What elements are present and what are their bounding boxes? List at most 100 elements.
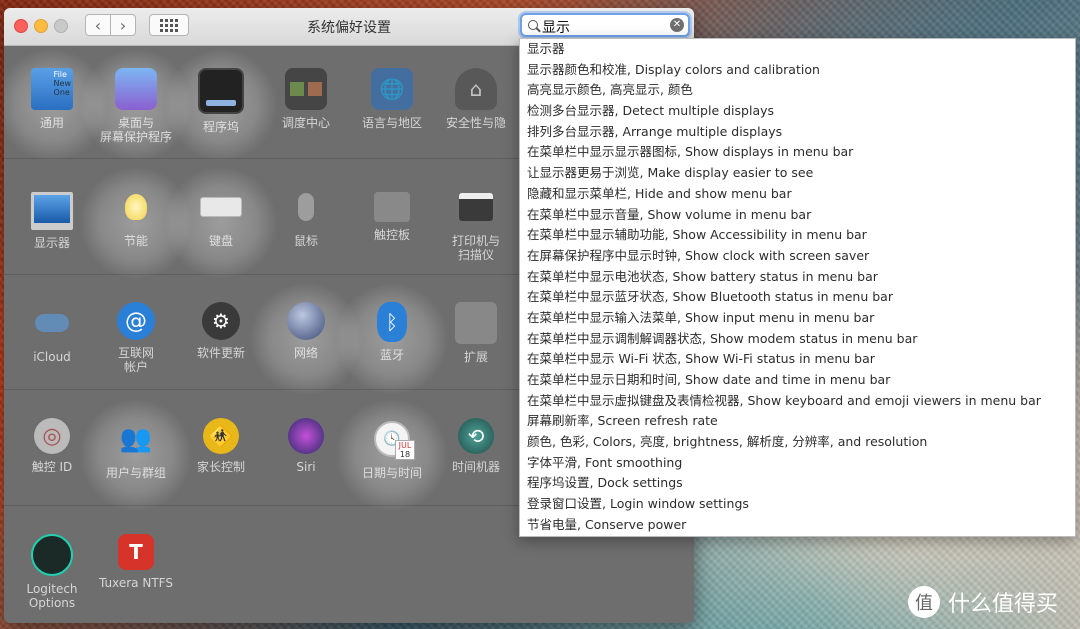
search-result-item[interactable]: 检测多台显示器, Detect multiple displays — [520, 101, 1075, 122]
display-icon — [31, 192, 73, 230]
network-globe-icon — [287, 302, 325, 340]
forward-button[interactable]: › — [110, 14, 136, 36]
search-result-item[interactable]: 颜色, 色彩, Colors, 亮度, brightness, 解析度, 分辨率… — [520, 432, 1075, 453]
globe-flag-icon: 🌐 — [371, 68, 413, 110]
pref-tuxera-ntfs[interactable]: T Tuxera NTFS — [91, 534, 181, 590]
search-result-item[interactable]: 显示器颜色和校准, Display colors and calibration — [520, 60, 1075, 81]
clear-icon[interactable]: ✕ — [670, 18, 684, 32]
pref-label: 触控板 — [373, 228, 410, 242]
search-result-item[interactable]: 在菜单栏中显示输入法菜单, Show input menu in menu ba… — [520, 308, 1075, 329]
pref-label: 键盘 — [208, 234, 233, 248]
logitech-icon — [31, 534, 73, 576]
mission-control-icon — [285, 68, 327, 110]
pref-parental-controls[interactable]: 🚸 家长控制 — [176, 418, 266, 474]
window-title: 系统偏好设置 — [307, 20, 391, 36]
time-machine-icon: ⟲ — [458, 418, 494, 454]
search-result-item[interactable]: 在菜单栏中显示蓝牙状态, Show Bluetooth status in me… — [520, 287, 1075, 308]
trackpad-icon — [374, 192, 410, 222]
tuxera-icon: T — [118, 534, 154, 570]
lightbulb-icon — [115, 186, 157, 228]
watermark-text: 什么值得买 — [948, 592, 1059, 617]
pref-label: 互联网 帐户 — [117, 346, 154, 374]
house-lock-icon: ⌂ — [455, 68, 497, 110]
pref-label: 安全性与隐 — [445, 116, 506, 130]
search-result-item[interactable]: 在屏幕保护程序中显示时钟, Show clock with screen sav… — [520, 246, 1075, 267]
pref-label: 家长控制 — [196, 460, 245, 474]
minimize-window-button[interactable] — [34, 19, 48, 33]
search-result-item[interactable]: 排列多台显示器, Arrange multiple displays — [520, 122, 1075, 143]
pref-mouse[interactable]: 鼠标 — [261, 186, 351, 248]
pref-extensions[interactable]: 扩展 — [431, 302, 521, 364]
close-window-button[interactable] — [14, 19, 28, 33]
search-result-item[interactable]: 让显示器更易于浏览, Make display easier to see — [520, 163, 1075, 184]
search-input[interactable]: 显示 — [542, 17, 570, 37]
pref-label: iCloud — [33, 350, 71, 364]
pref-internet-accounts[interactable]: @ 互联网 帐户 — [91, 302, 181, 374]
pref-label: 蓝牙 — [379, 348, 404, 362]
search-result-item[interactable]: 节省电量, Conserve power — [520, 515, 1075, 536]
mouse-icon — [285, 186, 327, 228]
show-all-button[interactable] — [149, 14, 189, 36]
pref-trackpad[interactable]: 触控板 — [347, 186, 437, 242]
search-icon — [528, 20, 538, 30]
pref-label: 语言与地区 — [361, 116, 422, 130]
clock-calendar-icon: 🕓 JUL 18 — [371, 418, 415, 460]
puzzle-icon — [455, 302, 497, 344]
search-result-item[interactable]: 在菜单栏中显示调制解调器状态, Show modem status in men… — [520, 329, 1075, 350]
cloud-icon — [31, 302, 73, 344]
search-result-item[interactable]: 高亮显示颜色, 高亮显示, 颜色 — [520, 80, 1075, 101]
search-result-item[interactable]: 在菜单栏中显示音量, Show volume in menu bar — [520, 205, 1075, 226]
grid-icon — [160, 18, 178, 32]
search-result-item[interactable]: 显示器 — [520, 39, 1075, 60]
watermark-logo-icon: 值 — [908, 586, 940, 618]
search-result-item[interactable]: 字体平滑, Font smoothing — [520, 453, 1075, 474]
pref-label: 程序坞 — [202, 120, 239, 134]
pref-label: Tuxera NTFS — [99, 576, 173, 590]
watermark: 值 什么值得买 — [908, 586, 1058, 618]
search-result-item[interactable]: 在菜单栏中显示日期和时间, Show date and time in menu… — [520, 370, 1075, 391]
pref-keyboard[interactable]: 键盘 — [162, 168, 280, 278]
pref-icloud[interactable]: iCloud — [7, 302, 97, 364]
pref-mission-control[interactable]: 调度中心 — [261, 68, 351, 130]
pref-label: Logitech Options — [26, 582, 78, 610]
search-result-item[interactable]: 在菜单栏中显示电池状态, Show battery status in menu… — [520, 267, 1075, 288]
pref-logitech-options[interactable]: Logitech Options — [7, 534, 97, 610]
search-result-item[interactable]: 隐藏和显示菜单栏, Hide and show menu bar — [520, 184, 1075, 205]
pref-language-region[interactable]: 🌐 语言与地区 — [347, 68, 437, 130]
search-result-item[interactable]: 屏幕刷新率, Screen refresh rate — [520, 411, 1075, 432]
search-result-item[interactable]: 在菜单栏中显示辅助功能, Show Accessibility in menu … — [520, 225, 1075, 246]
general-icon: File New One — [31, 68, 73, 110]
keyboard-icon — [200, 186, 242, 228]
parental-icon: 🚸 — [203, 418, 239, 454]
pref-security[interactable]: ⌂ 安全性与隐 — [431, 68, 521, 130]
pref-time-machine[interactable]: ⟲ 时间机器 — [431, 418, 521, 474]
back-button[interactable]: ‹ — [85, 14, 111, 36]
pref-users-groups[interactable]: 👥 用户与群组 — [77, 400, 195, 510]
pref-label: 鼠标 — [293, 234, 318, 248]
pref-dock[interactable]: 程序坞 — [162, 50, 280, 160]
pref-label: 扩展 — [463, 350, 488, 364]
pref-label: 用户与群组 — [105, 466, 166, 480]
siri-icon — [288, 418, 324, 454]
desktop-screensaver-icon — [115, 68, 157, 110]
search-result-item[interactable]: 在菜单栏中显示 Wi-Fi 状态, Show Wi-Fi status in m… — [520, 349, 1075, 370]
pref-printers[interactable]: 打印机与 扫描仪 — [431, 186, 521, 262]
pref-date-time[interactable]: 🕓 JUL 18 日期与时间 — [333, 400, 451, 510]
search-result-item[interactable]: 程序坞设置, Dock settings — [520, 473, 1075, 494]
bluetooth-icon: ᛒ — [377, 302, 407, 342]
chevron-right-icon: › — [119, 15, 127, 35]
at-sign-icon: @ — [117, 302, 155, 340]
dock-icon — [198, 68, 244, 114]
search-result-item[interactable]: 登录窗口设置, Login window settings — [520, 494, 1075, 515]
search-field[interactable]: 显示 ✕ — [520, 13, 690, 37]
printer-icon — [455, 186, 497, 228]
fingerprint-icon: ◎ — [34, 418, 70, 454]
pref-label: 调度中心 — [281, 116, 330, 130]
pref-bluetooth[interactable]: ᛒ 蓝牙 — [333, 284, 451, 394]
pref-label: 时间机器 — [451, 460, 500, 474]
pref-label: 日期与时间 — [361, 466, 422, 480]
zoom-window-button[interactable] — [54, 19, 68, 33]
pref-label: 打印机与 扫描仪 — [451, 234, 500, 262]
search-result-item[interactable]: 在菜单栏中显示显示器图标, Show displays in menu bar — [520, 142, 1075, 163]
search-result-item[interactable]: 在菜单栏中显示虚拟键盘及表情检视器, Show keyboard and emo… — [520, 391, 1075, 412]
